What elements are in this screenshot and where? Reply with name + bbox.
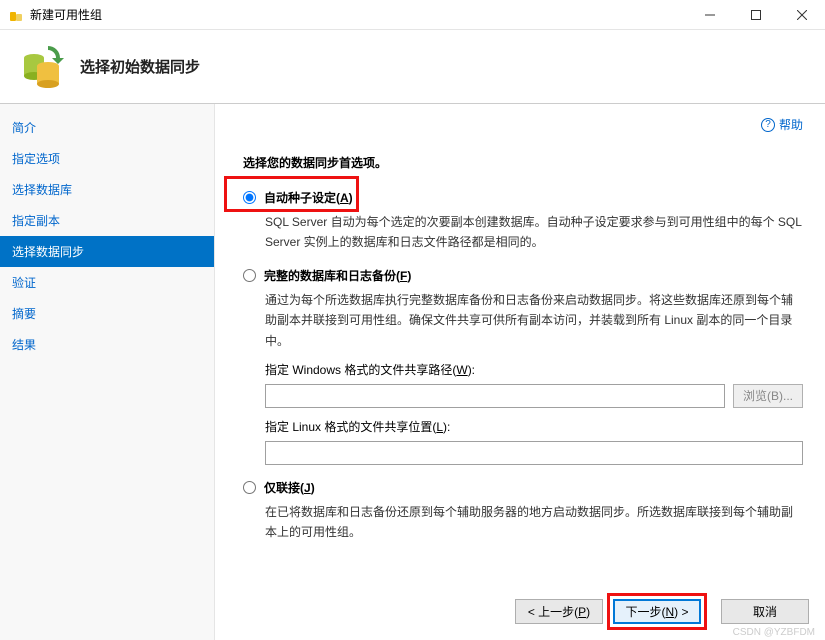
app-icon [8,7,24,23]
window-title: 新建可用性组 [30,6,687,23]
option-auto-seed: 自动种子设定(A) SQL Server 自动为每个选定的次要副本创建数据库。自… [243,189,803,253]
sidebar-item-options[interactable]: 指定选项 [0,143,214,174]
radio-auto-seed[interactable] [243,191,256,204]
sidebar-item-replicas[interactable]: 指定副本 [0,205,214,236]
wizard-sidebar: 简介 指定选项 选择数据库 指定副本 选择数据同步 验证 摘要 结果 [0,104,215,640]
linux-path-input[interactable] [265,441,803,465]
option-full-backup: 完整的数据库和日志备份(F) 通过为每个所选数据库执行完整数据库备份和日志备份来… [243,267,803,465]
wizard-content: ? 帮助 选择您的数据同步首选项。 自动种子设定(A) SQL Server 自… [215,104,825,640]
option-full-backup-desc: 通过为每个所选数据库执行完整数据库备份和日志备份来启动数据同步。将这些数据库还原… [265,290,803,351]
sidebar-item-results[interactable]: 结果 [0,329,214,360]
wizard-button-bar: < 上一步(P) 下一步(N) > 取消 [515,599,809,624]
help-link[interactable]: ? 帮助 [761,116,803,133]
prev-button[interactable]: < 上一步(P) [515,599,603,624]
sidebar-item-data-sync[interactable]: 选择数据同步 [0,236,214,267]
radio-auto-seed-label: 自动种子设定(A) [264,189,353,206]
radio-full-backup[interactable] [243,269,256,282]
help-icon: ? [761,118,775,132]
wizard-header: 选择初始数据同步 [0,30,825,104]
option-auto-seed-desc: SQL Server 自动为每个选定的次要副本创建数据库。自动种子设定要求参与到… [265,212,803,253]
radio-join-only[interactable] [243,481,256,494]
wizard-title: 选择初始数据同步 [80,56,200,77]
maximize-button[interactable] [733,0,779,30]
next-button[interactable]: 下一步(N) > [613,599,701,624]
window-controls [687,0,825,30]
linux-path-label: 指定 Linux 格式的文件共享位置(L): [265,418,803,435]
radio-full-backup-label: 完整的数据库和日志备份(F) [264,267,411,284]
instruction-text: 选择您的数据同步首选项。 [243,154,803,171]
help-label: 帮助 [779,116,803,133]
sidebar-item-select-db[interactable]: 选择数据库 [0,174,214,205]
option-join-only: 仅联接(J) 在已将数据库和日志备份还原到每个辅助服务器的地方启动数据同步。所选… [243,479,803,543]
option-join-only-desc: 在已将数据库和日志备份还原到每个辅助服务器的地方启动数据同步。所选数据库联接到每… [265,502,803,543]
watermark: CSDN @YZBFDM [733,627,815,638]
minimize-button[interactable] [687,0,733,30]
radio-join-only-label: 仅联接(J) [264,479,315,496]
sidebar-item-validation[interactable]: 验证 [0,267,214,298]
browse-button[interactable]: 浏览(B)... [733,384,803,408]
windows-path-label: 指定 Windows 格式的文件共享路径(W): [265,361,803,378]
windows-path-input[interactable] [265,384,725,408]
cancel-button[interactable]: 取消 [721,599,809,624]
titlebar: 新建可用性组 [0,0,825,30]
sidebar-item-summary[interactable]: 摘要 [0,298,214,329]
sidebar-item-intro[interactable]: 简介 [0,112,214,143]
wizard-header-icon [18,44,64,90]
close-button[interactable] [779,0,825,30]
